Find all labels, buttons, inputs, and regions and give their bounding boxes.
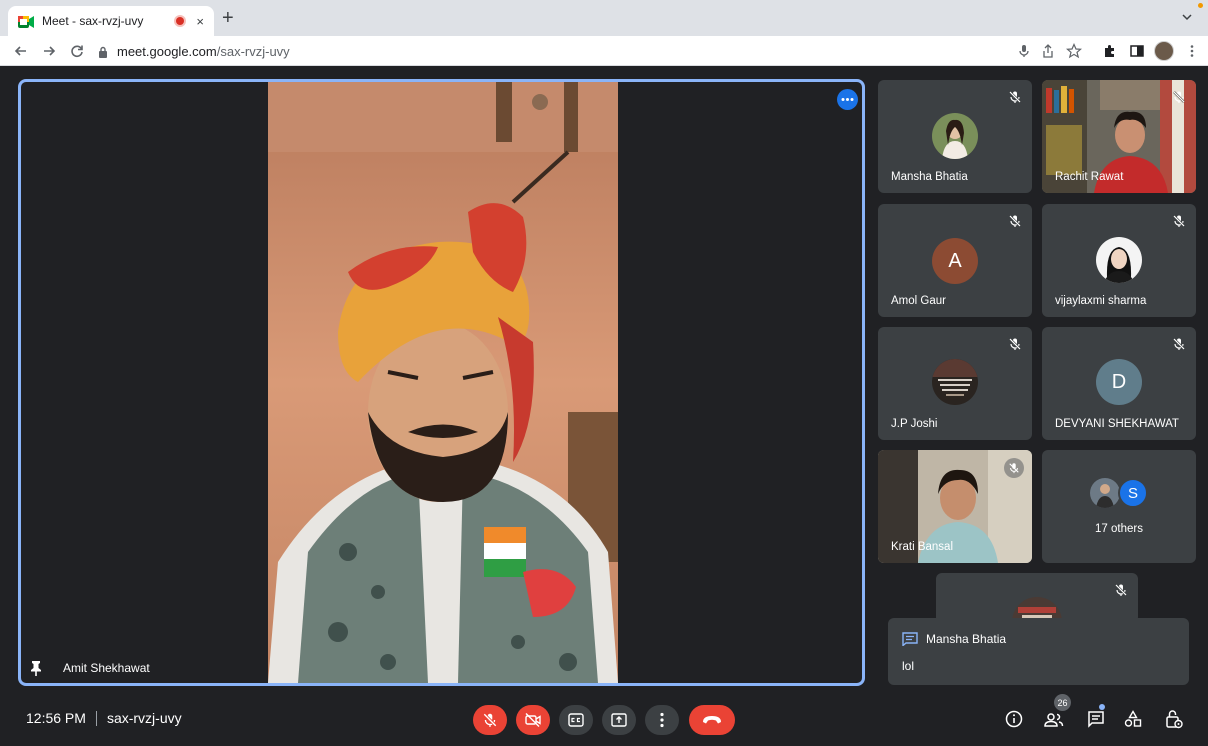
presenter-video bbox=[268, 82, 618, 683]
unread-indicator bbox=[1099, 704, 1105, 710]
avatar: D bbox=[1096, 359, 1142, 405]
chat-message: lol bbox=[902, 659, 915, 673]
participant-tile-hidden[interactable] bbox=[936, 573, 1138, 623]
mic-off-icon bbox=[1114, 583, 1128, 597]
avatar bbox=[1090, 478, 1120, 508]
notification-dot bbox=[1198, 3, 1203, 8]
mic-off-icon bbox=[1172, 90, 1186, 104]
host-controls-button[interactable] bbox=[1162, 707, 1186, 731]
participant-name: Krati Bansal bbox=[891, 541, 954, 553]
participant-name: vijaylaxmi sharma bbox=[1055, 295, 1147, 307]
avatar bbox=[1096, 237, 1142, 283]
participant-tile-amol-gaur[interactable]: A Amol Gaur bbox=[878, 204, 1032, 317]
end-call-icon bbox=[703, 716, 721, 724]
profile-avatar[interactable] bbox=[1154, 41, 1174, 61]
extensions-icon[interactable] bbox=[1102, 43, 1118, 59]
captions-icon bbox=[568, 713, 584, 727]
participant-name: Mansha Bhatia bbox=[891, 171, 968, 183]
mic-off-icon bbox=[1008, 90, 1022, 104]
participant-name: Amol Gaur bbox=[891, 295, 946, 307]
activities-icon bbox=[1124, 710, 1142, 727]
tab-close-button[interactable]: × bbox=[196, 14, 204, 29]
lock-icon[interactable] bbox=[98, 45, 108, 58]
activities-button[interactable] bbox=[1121, 707, 1145, 731]
present-button[interactable] bbox=[602, 705, 636, 735]
camera-toggle-button[interactable] bbox=[516, 705, 550, 735]
browser-tabstrip: Meet - sax-rvzj-uvy × + bbox=[0, 0, 1208, 36]
tab-title: Meet - sax-rvzj-uvy bbox=[42, 14, 144, 28]
mic-off-icon bbox=[1008, 214, 1022, 228]
divider bbox=[95, 710, 97, 726]
camera-off-icon bbox=[525, 713, 541, 727]
meeting-info: 12:56 PM sax-rvzj-uvy bbox=[26, 710, 182, 726]
mic-icon[interactable] bbox=[1016, 43, 1032, 59]
current-time: 12:56 PM bbox=[26, 710, 86, 726]
meeting-code: sax-rvzj-uvy bbox=[106, 710, 182, 726]
participant-tile-krati-bansal[interactable]: Krati Bansal bbox=[878, 450, 1032, 563]
participant-tile-vijaylaxmi-sharma[interactable]: vijaylaxmi sharma bbox=[1042, 204, 1196, 317]
participant-name: J.P Joshi bbox=[891, 418, 938, 430]
mic-off-icon bbox=[1172, 214, 1186, 228]
mic-off-icon bbox=[1004, 458, 1024, 478]
others-count-label: 17 others bbox=[1095, 523, 1143, 535]
chevron-down-icon[interactable] bbox=[1180, 10, 1194, 24]
more-options-icon[interactable] bbox=[837, 89, 858, 110]
meet-favicon-icon bbox=[18, 15, 34, 28]
mic-off-icon bbox=[1008, 337, 1022, 351]
forward-icon[interactable] bbox=[40, 42, 58, 60]
participant-name: DEVYANI SHEKHAWAT bbox=[1055, 418, 1179, 430]
avatar bbox=[932, 359, 978, 405]
mic-off-icon bbox=[483, 713, 497, 727]
reload-icon[interactable] bbox=[68, 42, 86, 60]
sidepanel-icon[interactable] bbox=[1129, 43, 1145, 59]
url-host: meet.google.com bbox=[117, 43, 217, 59]
avatar: A bbox=[932, 238, 978, 284]
host-controls-icon bbox=[1166, 710, 1183, 729]
meeting-controls-bar: 12:56 PM sax-rvzj-uvy bbox=[0, 692, 1208, 746]
share-icon[interactable] bbox=[1040, 43, 1056, 59]
presenter-label: Amit Shekhawat bbox=[29, 660, 150, 676]
participant-name: Rachit Rawat bbox=[1055, 171, 1124, 183]
chat-sender: Mansha Bhatia bbox=[926, 632, 1007, 646]
participant-count-badge: 26 bbox=[1054, 694, 1071, 711]
browser-toolbar: meet.google.com/sax-rvzj-uvy bbox=[0, 36, 1208, 66]
browser-tab[interactable]: Meet - sax-rvzj-uvy × bbox=[8, 6, 214, 36]
captions-button[interactable] bbox=[559, 705, 593, 735]
back-icon[interactable] bbox=[12, 42, 30, 60]
participant-tile-mansha-bhatia[interactable]: Mansha Bhatia bbox=[878, 80, 1032, 193]
presenter-name: Amit Shekhawat bbox=[63, 661, 150, 675]
end-call-button[interactable] bbox=[689, 705, 735, 735]
recording-indicator-icon bbox=[176, 17, 185, 25]
participant-tile-others[interactable]: S 17 others bbox=[1042, 450, 1196, 563]
menu-icon[interactable] bbox=[1184, 43, 1200, 59]
more-icon bbox=[660, 712, 664, 728]
avatar: S bbox=[1118, 478, 1148, 508]
avatar bbox=[932, 113, 978, 159]
participant-tile-devyani-shekhawat[interactable]: D DEVYANI SHEKHAWAT bbox=[1042, 327, 1196, 440]
star-icon[interactable] bbox=[1065, 43, 1083, 59]
participant-tile-rachit-rawat[interactable]: Rachit Rawat bbox=[1042, 80, 1196, 193]
mic-off-icon bbox=[1172, 337, 1186, 351]
chat-button[interactable] bbox=[1084, 707, 1108, 731]
mic-toggle-button[interactable] bbox=[473, 705, 507, 735]
chat-notification[interactable]: Mansha Bhatia lol bbox=[888, 618, 1189, 685]
people-icon bbox=[1044, 713, 1064, 727]
chat-icon bbox=[902, 632, 918, 647]
more-options-button[interactable] bbox=[645, 705, 679, 735]
participant-tile-jp-joshi[interactable]: J.P Joshi bbox=[878, 327, 1032, 440]
pin-icon[interactable] bbox=[29, 660, 43, 676]
info-button[interactable] bbox=[1002, 707, 1026, 731]
chat-icon bbox=[1088, 711, 1104, 728]
present-icon bbox=[611, 713, 627, 727]
url-path: /sax-rvzj-uvy bbox=[216, 43, 290, 59]
main-stage[interactable]: Amit Shekhawat bbox=[18, 79, 865, 686]
new-tab-button[interactable]: + bbox=[222, 8, 234, 28]
address-bar[interactable]: meet.google.com/sax-rvzj-uvy bbox=[98, 40, 998, 62]
info-icon bbox=[1005, 710, 1023, 728]
